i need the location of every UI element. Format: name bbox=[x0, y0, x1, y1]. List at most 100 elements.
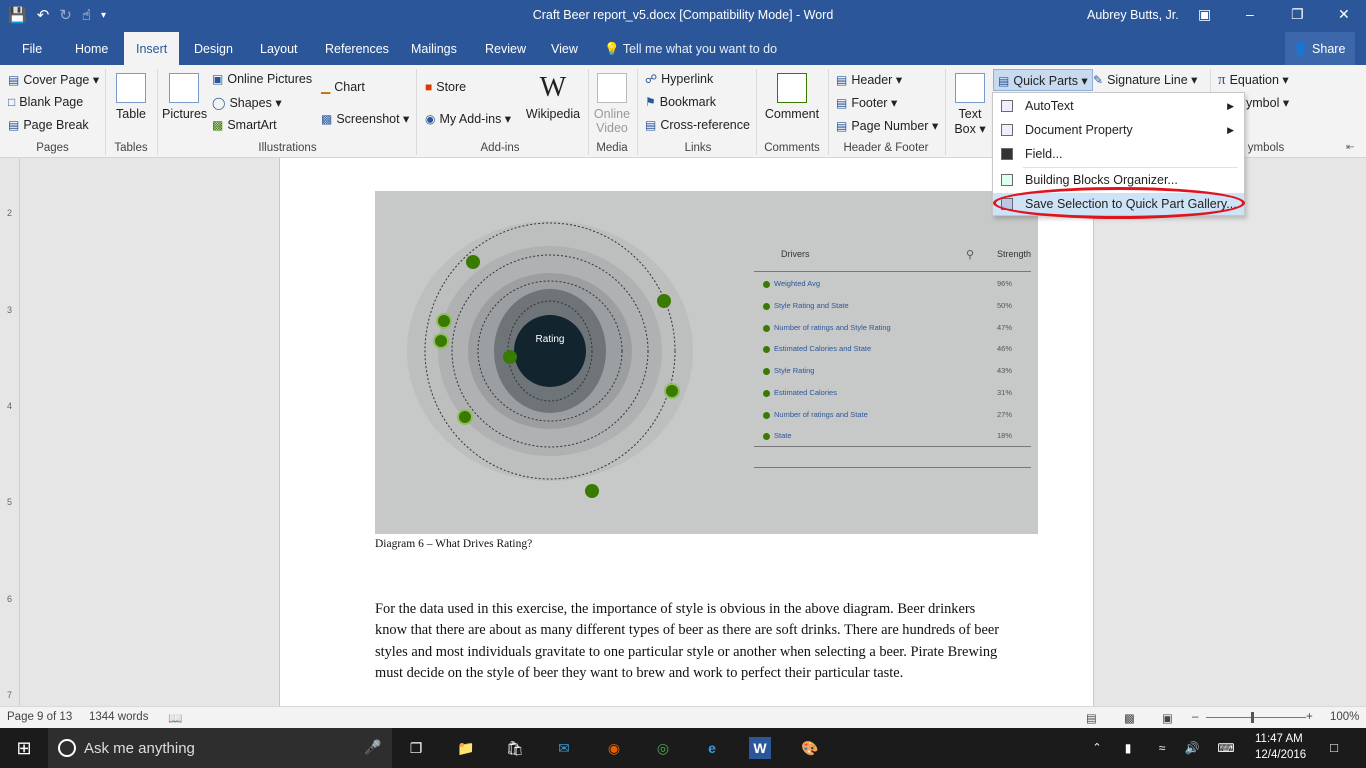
group-separator bbox=[416, 69, 417, 155]
table-button[interactable]: Table bbox=[110, 73, 152, 121]
zoom-slider-thumb[interactable] bbox=[1251, 712, 1254, 723]
driver-row[interactable]: Number of ratings and Style Rating 47% bbox=[763, 322, 1033, 336]
action-center-icon[interactable]: □ bbox=[1323, 737, 1345, 759]
system-clock[interactable]: 11:47 AM 12/4/2016 bbox=[1255, 731, 1306, 763]
share-button[interactable]: 👤 Share bbox=[1285, 32, 1355, 65]
tab-home[interactable]: Home bbox=[63, 32, 120, 65]
driver-row[interactable]: State 18% bbox=[763, 430, 1033, 444]
volume-icon[interactable]: 🔊 bbox=[1181, 737, 1203, 759]
tab-mailings[interactable]: Mailings bbox=[399, 32, 469, 65]
equation-button[interactable]: π Equation ▾ bbox=[1218, 72, 1289, 89]
word-count[interactable]: 1344 words bbox=[89, 711, 148, 723]
document-page[interactable]: Rating Drivers ⚲ Strength Weighted Avg 96… bbox=[279, 158, 1094, 706]
tab-references[interactable]: References bbox=[313, 32, 401, 65]
blank-page-button[interactable]: □ Blank Page bbox=[8, 95, 83, 109]
search-icon[interactable]: ⚲ bbox=[966, 248, 974, 261]
group-separator bbox=[945, 69, 946, 155]
windows-start-icon[interactable]: ⊞ bbox=[13, 737, 35, 759]
edge-icon[interactable]: e bbox=[701, 737, 723, 759]
online-pictures-button[interactable]: ▣ Online Pictures bbox=[212, 72, 312, 86]
menu-item-document-property[interactable]: Document Property ▶ bbox=[993, 119, 1244, 141]
quick-parts-button[interactable]: ▤ Quick Parts ▾ bbox=[993, 69, 1093, 91]
driver-node[interactable] bbox=[433, 333, 449, 349]
tab-design[interactable]: Design bbox=[182, 32, 245, 65]
driver-node[interactable] bbox=[466, 255, 480, 269]
zoom-out-icon[interactable]: – bbox=[1192, 711, 1198, 723]
store-app-icon[interactable]: 🛍 bbox=[504, 737, 526, 759]
text-box-button[interactable]: Text Box ▾ bbox=[952, 73, 988, 136]
diagram-image[interactable]: Rating Drivers ⚲ Strength Weighted Avg 96… bbox=[375, 191, 1038, 534]
comment-button[interactable]: Comment bbox=[762, 73, 822, 121]
wifi-icon[interactable]: ≈ bbox=[1151, 737, 1173, 759]
tab-insert[interactable]: Insert bbox=[124, 32, 180, 65]
tab-review[interactable]: Review bbox=[473, 32, 538, 65]
pictures-button[interactable]: Pictures bbox=[162, 73, 207, 121]
wikipedia-button[interactable]: W Wikipedia bbox=[524, 73, 582, 122]
restore-icon[interactable]: ❐ bbox=[1291, 6, 1304, 23]
store-button[interactable]: ■ Store bbox=[425, 80, 466, 94]
driver-row[interactable]: Estimated Calories and State 46% bbox=[763, 343, 1033, 357]
driver-row[interactable]: Weighted Avg 96% bbox=[763, 278, 1033, 292]
file-explorer-icon[interactable]: 📁 bbox=[455, 737, 477, 759]
driver-node[interactable] bbox=[503, 350, 517, 364]
footer-button[interactable]: ▤ Footer ▾ bbox=[836, 95, 897, 110]
menu-item-autotext[interactable]: AutoText ▶ bbox=[993, 95, 1244, 117]
driver-node[interactable] bbox=[457, 409, 473, 425]
driver-node[interactable] bbox=[664, 383, 680, 399]
cross-reference-button[interactable]: ▤ Cross-reference bbox=[645, 118, 750, 132]
keyboard-icon[interactable]: ⌨ bbox=[1215, 737, 1237, 759]
page-break-button[interactable]: ▤ Page Break bbox=[8, 118, 89, 132]
ribbon-display-options-icon[interactable]: ▣ bbox=[1198, 6, 1211, 23]
driver-node[interactable] bbox=[436, 313, 452, 329]
chrome-icon[interactable]: ◎ bbox=[652, 737, 674, 759]
tab-layout[interactable]: Layout bbox=[248, 32, 310, 65]
driver-row[interactable]: Style Rating 43% bbox=[763, 365, 1033, 379]
body-paragraph[interactable]: For the data used in this exercise, the … bbox=[375, 599, 1005, 685]
zoom-level[interactable]: 100% bbox=[1330, 711, 1359, 723]
cover-page-button[interactable]: ▤ Cover Page ▾ bbox=[8, 72, 99, 87]
proofing-icon[interactable]: 📖 bbox=[168, 711, 182, 725]
battery-icon[interactable]: ▮ bbox=[1117, 737, 1139, 759]
print-layout-icon[interactable]: ▩ bbox=[1124, 711, 1135, 725]
driver-row[interactable]: Style Rating and State 50% bbox=[763, 300, 1033, 314]
user-name[interactable]: Aubrey Butts, Jr. bbox=[1087, 8, 1179, 22]
menu-item-field[interactable]: Field... bbox=[993, 143, 1244, 165]
driver-node[interactable] bbox=[657, 294, 671, 308]
hyperlink-button[interactable]: ☍ Hyperlink bbox=[645, 72, 713, 86]
minimize-icon[interactable]: – bbox=[1246, 6, 1254, 22]
collapse-ribbon-icon[interactable]: ⇤ bbox=[1346, 142, 1354, 153]
paint-app-icon[interactable]: 🎨 bbox=[799, 737, 821, 759]
show-hidden-icons-icon[interactable]: ⌃ bbox=[1086, 737, 1108, 759]
driver-row[interactable]: Estimated Calories 31% bbox=[763, 387, 1033, 401]
signature-line-button[interactable]: ✎ Signature Line ▾ bbox=[1093, 72, 1197, 87]
screenshot-button[interactable]: ▩ Screenshot ▾ bbox=[321, 111, 409, 126]
header-button[interactable]: ▤ Header ▾ bbox=[836, 72, 902, 87]
shapes-button[interactable]: ◯ Shapes ▾ bbox=[212, 95, 282, 110]
web-layout-icon[interactable]: ▣ bbox=[1162, 711, 1173, 725]
mail-app-icon[interactable]: ✉ bbox=[553, 737, 575, 759]
symbol-button[interactable]: ymbol ▾ bbox=[1246, 95, 1289, 110]
tab-view[interactable]: View bbox=[539, 32, 590, 65]
online-video-button[interactable]: Online Video bbox=[591, 73, 633, 135]
online-video-icon bbox=[597, 73, 627, 103]
smartart-button[interactable]: ▩ SmartArt bbox=[212, 118, 277, 132]
zoom-slider[interactable] bbox=[1206, 717, 1306, 718]
driver-node[interactable] bbox=[585, 484, 599, 498]
task-view-icon[interactable]: ❐ bbox=[405, 737, 427, 759]
bookmark-button[interactable]: ⚑ Bookmark bbox=[645, 95, 716, 109]
driver-row[interactable]: Number of ratings and State 27% bbox=[763, 409, 1033, 423]
word-app-icon[interactable]: W bbox=[749, 737, 771, 759]
shapes-label: Shapes bbox=[229, 96, 272, 110]
cortana-search-box[interactable]: Ask me anything 🎤 bbox=[48, 728, 392, 768]
tell-me-box[interactable]: 💡 Tell me what you want to do bbox=[604, 32, 777, 66]
page-number-button[interactable]: ▤ Page Number ▾ bbox=[836, 118, 938, 133]
zoom-in-icon[interactable]: + bbox=[1306, 711, 1313, 723]
firefox-icon[interactable]: ◉ bbox=[603, 737, 625, 759]
tab-file[interactable]: File bbox=[10, 32, 54, 65]
chart-button[interactable]: ▁ Chart bbox=[321, 80, 365, 94]
page-indicator[interactable]: Page 9 of 13 bbox=[7, 711, 72, 723]
read-mode-icon[interactable]: ▤ bbox=[1086, 711, 1097, 725]
microphone-icon[interactable]: 🎤 bbox=[364, 739, 381, 756]
close-icon[interactable]: ✕ bbox=[1338, 6, 1350, 23]
my-addins-button[interactable]: ◉ My Add-ins ▾ bbox=[425, 111, 511, 126]
